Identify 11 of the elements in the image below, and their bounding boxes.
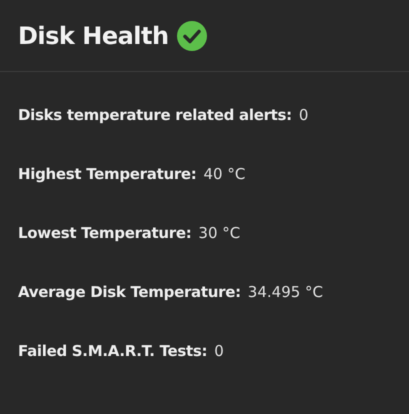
stat-value: 0 (298, 105, 308, 125)
stat-label: Disks temperature related alerts: (18, 105, 292, 125)
stat-label: Failed S.M.A.R.T. Tests: (18, 341, 208, 361)
stat-label: Highest Temperature: (18, 164, 196, 184)
card-title: Disk Health (18, 22, 169, 50)
stat-label: Lowest Temperature: (18, 223, 192, 243)
stat-value: 30 °C (198, 223, 240, 243)
stat-label: Average Disk Temperature: (18, 282, 241, 302)
stat-value: 40 °C (204, 164, 246, 184)
stat-value: 0 (214, 341, 224, 361)
stat-value: 34.495 °C (248, 282, 324, 302)
